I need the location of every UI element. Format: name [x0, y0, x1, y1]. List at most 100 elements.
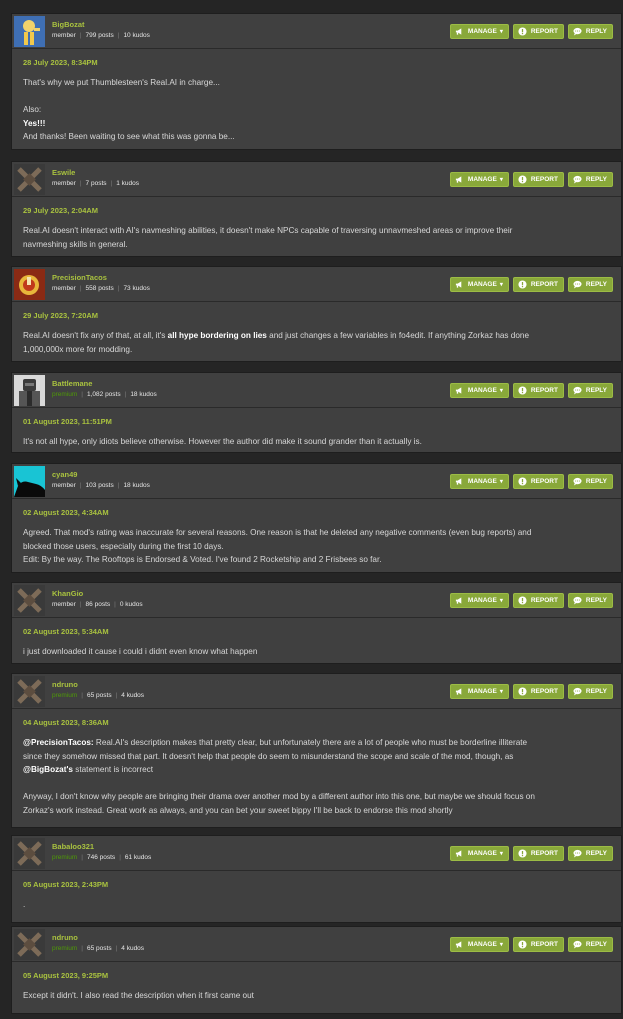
- avatar[interactable]: [14, 16, 45, 47]
- author-meta: member | 86 posts | 0 kudos: [52, 601, 143, 608]
- author-name[interactable]: ndruno: [52, 933, 78, 942]
- comment-line: 1,000,000x more for modding.: [23, 343, 610, 357]
- post-actions: MANAGE ▾ REPORT REPLY: [449, 474, 613, 489]
- manage-button[interactable]: MANAGE ▾: [449, 937, 509, 952]
- avatar[interactable]: [14, 838, 45, 869]
- comment-line: Real.AI doesn't interact with AI's navme…: [23, 224, 610, 238]
- kudos-count: 0 kudos: [119, 601, 143, 608]
- post-count: 65 posts: [87, 692, 112, 699]
- comment-post: BigBozat member | 799 posts | 10 kudos MANAGE ▾…: [11, 13, 622, 150]
- comment-header: Eswile member | 7 posts | 1 kudos MANAGE ▾ REPOR…: [12, 162, 621, 197]
- comment-body: 04 August 2023, 8:36AM @PrecisionTacos: R…: [12, 709, 621, 817]
- reply-button[interactable]: REPLY: [567, 383, 613, 398]
- comment-text: @PrecisionTacos: Real.AI's description m…: [23, 736, 610, 817]
- comment-post: Battlemane premium | 1,082 posts | 18 kudos MA…: [11, 372, 622, 453]
- reply-button[interactable]: REPLY: [567, 937, 613, 952]
- author-rank: member: [52, 180, 76, 187]
- chat-icon: [573, 940, 582, 949]
- text-segment: That's why we put Thumblesteen's Real.AI…: [23, 78, 220, 87]
- alert-icon: [518, 477, 527, 486]
- author-name[interactable]: Babaloo321: [52, 842, 94, 851]
- manage-button[interactable]: MANAGE ▾: [449, 277, 509, 292]
- comment-text: Real.AI doesn't interact with AI's navme…: [23, 224, 610, 251]
- avatar[interactable]: [14, 164, 45, 195]
- report-button[interactable]: REPORT: [512, 383, 564, 398]
- report-button[interactable]: REPORT: [512, 172, 564, 187]
- author-name[interactable]: cyan49: [52, 470, 77, 479]
- vault-boy-avatar-icon: [14, 16, 45, 47]
- alert-icon: [518, 940, 527, 949]
- report-button[interactable]: REPORT: [512, 684, 564, 699]
- author-rank: member: [52, 601, 76, 608]
- meta-divider: |: [81, 391, 83, 398]
- chevron-down-icon: ▾: [499, 29, 503, 35]
- manage-button[interactable]: MANAGE ▾: [449, 24, 509, 39]
- post-count: 86 posts: [85, 601, 111, 608]
- manage-button[interactable]: MANAGE ▾: [449, 383, 509, 398]
- meta-divider: |: [124, 391, 127, 398]
- manage-button[interactable]: MANAGE ▾: [449, 474, 509, 489]
- reply-button[interactable]: REPLY: [567, 684, 613, 699]
- comment-line: It's not all hype, only idiots believe o…: [23, 435, 610, 449]
- default-avatar-icon: [14, 585, 45, 616]
- post-actions: MANAGE ▾ REPORT REPLY: [449, 593, 613, 608]
- reply-button[interactable]: REPLY: [567, 474, 613, 489]
- avatar[interactable]: [14, 676, 45, 707]
- avatar[interactable]: [14, 375, 45, 406]
- comment-text: It's not all hype, only idiots believe o…: [23, 435, 610, 449]
- post-date: 29 July 2023, 2:04AM: [23, 206, 99, 215]
- chevron-down-icon: ▾: [499, 689, 503, 695]
- reply-button[interactable]: REPLY: [567, 277, 613, 292]
- comment-text: .: [23, 898, 610, 912]
- avatar[interactable]: [14, 585, 45, 616]
- avatar[interactable]: [14, 269, 45, 300]
- meta-divider: |: [81, 692, 83, 699]
- manage-button-label: MANAGE: [467, 281, 497, 288]
- manage-button[interactable]: MANAGE ▾: [449, 593, 509, 608]
- post-date: 28 July 2023, 8:34PM: [23, 58, 98, 67]
- post-actions: MANAGE ▾ REPORT REPLY: [449, 24, 613, 39]
- report-button[interactable]: REPORT: [512, 24, 564, 39]
- author-name[interactable]: Eswile: [52, 168, 75, 177]
- author-meta: member | 558 posts | 73 kudos: [52, 285, 150, 292]
- megaphone-icon: [455, 849, 464, 858]
- text-segment: Real.AI doesn't fix any of that, at all,…: [23, 331, 168, 340]
- author-name[interactable]: ndruno: [52, 680, 78, 689]
- manage-button[interactable]: MANAGE ▾: [449, 172, 509, 187]
- comment-line: That's why we put Thumblesteen's Real.AI…: [23, 76, 610, 90]
- meta-divider: |: [117, 285, 120, 292]
- author-name[interactable]: KhanGio: [52, 589, 83, 598]
- manage-button-label: MANAGE: [467, 850, 497, 857]
- manage-button[interactable]: MANAGE ▾: [449, 684, 509, 699]
- reply-button-label: REPLY: [585, 281, 607, 288]
- comment-line: [23, 90, 610, 104]
- comment-line: Zorkaz's work instead. Great work as alw…: [23, 804, 610, 818]
- avatar[interactable]: [14, 466, 45, 497]
- default-avatar-icon: [14, 929, 45, 960]
- report-button[interactable]: REPORT: [512, 474, 564, 489]
- reply-button[interactable]: REPLY: [567, 24, 613, 39]
- reply-button[interactable]: REPLY: [567, 593, 613, 608]
- manage-button[interactable]: MANAGE ▾: [449, 846, 509, 861]
- report-button[interactable]: REPORT: [512, 277, 564, 292]
- comment-header: Babaloo321 premium | 746 posts | 61 kudos MANA…: [12, 836, 621, 871]
- kudos-count: 4 kudos: [121, 692, 145, 699]
- author-name[interactable]: Battlemane: [52, 379, 92, 388]
- author-name[interactable]: PrecisionTacos: [52, 273, 107, 282]
- chevron-down-icon: ▾: [499, 598, 503, 604]
- report-button[interactable]: REPORT: [512, 593, 564, 608]
- comment-body: 29 July 2023, 7:20AM Real.AI doesn't fix …: [12, 302, 621, 356]
- report-button[interactable]: REPORT: [512, 846, 564, 861]
- text-segment: since they somehow missed that part. It …: [23, 751, 514, 761]
- reply-button[interactable]: REPLY: [567, 846, 613, 861]
- author-meta: member | 103 posts | 18 kudos: [52, 482, 150, 489]
- reply-button[interactable]: REPLY: [567, 172, 613, 187]
- chat-icon: [573, 596, 582, 605]
- text-segment: Real.AI doesn't interact with AI's navme…: [23, 226, 513, 235]
- meta-divider: |: [110, 180, 113, 187]
- report-button[interactable]: REPORT: [512, 937, 564, 952]
- comment-header: Battlemane premium | 1,082 posts | 18 kudos MA…: [12, 373, 621, 408]
- avatar[interactable]: [14, 929, 45, 960]
- author-name[interactable]: BigBozat: [52, 20, 85, 29]
- comment-line: since they somehow missed that part. It …: [23, 750, 610, 764]
